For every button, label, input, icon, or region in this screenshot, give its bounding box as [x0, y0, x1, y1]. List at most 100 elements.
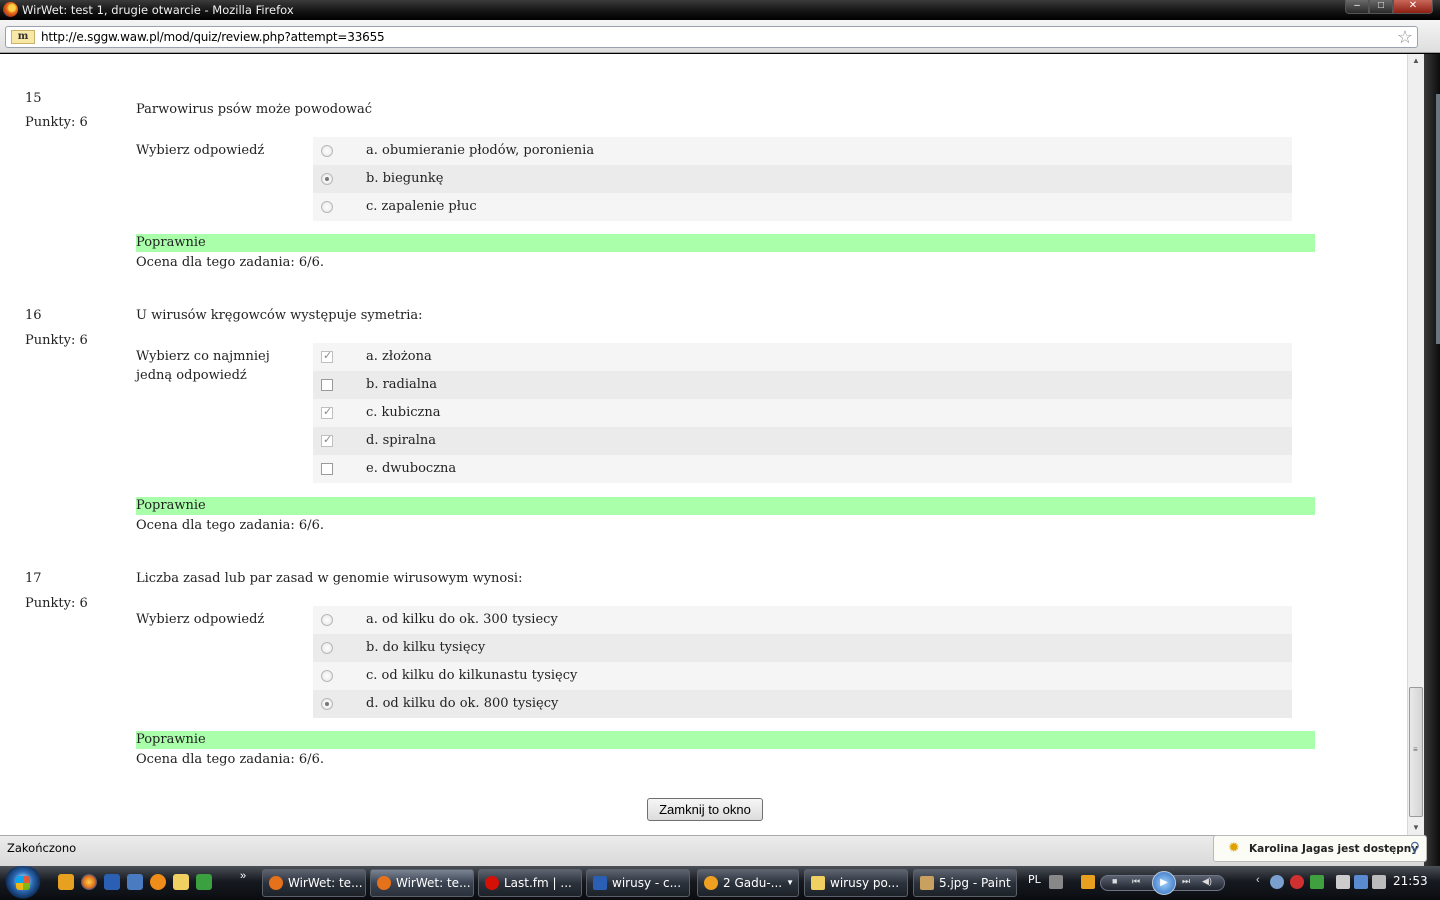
bookmark-star-icon[interactable]: ☆ [1397, 27, 1413, 47]
firefox-window: WirWet: test 1, drugie otwarcie - Mozill… [0, 0, 1440, 900]
answer-option[interactable]: a. od kilku do ok. 300 tysiecy [313, 606, 1292, 634]
taskbar-group-button[interactable]: 2 Gadu-... ▼ [697, 869, 799, 897]
answer-option[interactable]: b. do kilku tysięcy [313, 634, 1292, 662]
contacts-icon: ⚲ [1409, 840, 1420, 856]
answer-label: a. od kilku do ok. 300 tysiecy [366, 612, 558, 627]
windows-logo-icon [16, 876, 30, 890]
question-grade: Ocena dla tego zadania: 6/6. [136, 752, 324, 767]
feedback-correct: Poprawnie [136, 234, 1315, 252]
contact-notification[interactable]: ✹ Karolina Jagas jest dostępny ⚲ [1213, 835, 1427, 862]
media-player-tray-icon[interactable] [1081, 875, 1095, 889]
answer-option[interactable]: c. kubiczna [313, 399, 1292, 427]
site-favicon-icon[interactable]: m [11, 30, 35, 44]
answer-option[interactable]: c. od kilku do kilkunastu tysięcy [313, 662, 1292, 690]
answer-label: a. złożona [366, 349, 432, 364]
firefox-icon [377, 876, 391, 890]
answer-label: c. zapalenie płuc [366, 199, 477, 214]
question-number: 17 [25, 571, 42, 586]
taskbar: » WirWet: te... WirWet: te... Last.fm | … [0, 866, 1440, 900]
radio-button[interactable] [321, 614, 333, 626]
close-button[interactable]: ✕ [1393, 0, 1433, 14]
radio-button-selected[interactable] [321, 698, 333, 710]
question-text: Parwowirus psów może powodować [136, 102, 373, 117]
window-controls: – □ ✕ [1345, 0, 1433, 14]
url-field[interactable]: m http://e.sggw.waw.pl/mod/quiz/review.p… [5, 26, 1418, 48]
firefox-quicklaunch-icon[interactable] [81, 874, 97, 890]
answer-list: a. obumieranie płodów, poronienia b. bie… [313, 137, 1292, 221]
vertical-scrollbar[interactable]: ▲ ≡ ▼ [1407, 54, 1424, 835]
answer-label: d. od kilku do ok. 800 tysięcy [366, 696, 559, 711]
window-frame-edge [1424, 54, 1440, 866]
radio-button[interactable] [321, 145, 333, 157]
scroll-down-arrow-icon[interactable]: ▼ [1408, 821, 1424, 835]
checkbox-checked[interactable] [321, 349, 333, 363]
next-track-icon[interactable]: ⏭ [1182, 876, 1190, 887]
clock[interactable]: 21:53 [1393, 874, 1428, 888]
answer-label: b. biegunkę [366, 171, 444, 186]
antivirus-icon[interactable] [1290, 875, 1304, 889]
language-indicator[interactable]: PL [1028, 873, 1041, 886]
taskbar-button[interactable]: WirWet: te... [262, 869, 366, 897]
answer-prompt: Wybierz odpowiedź [136, 612, 265, 627]
answer-option[interactable]: a. obumieranie płodów, poronienia [313, 137, 1292, 165]
quicklaunch-overflow-icon[interactable]: » [240, 870, 246, 882]
play-icon[interactable]: ▶ [1152, 871, 1176, 895]
answer-list: a. złożona b. radialna c. kubiczna d. sp… [313, 343, 1292, 483]
desktop-quicklaunch-icon[interactable] [196, 874, 212, 890]
checkbox-checked[interactable] [321, 433, 333, 447]
answer-option[interactable]: c. zapalenie płuc [313, 193, 1292, 221]
close-window-button[interactable]: Zamknij to okno [647, 798, 763, 821]
answer-label: c. od kilku do kilkunastu tysięcy [366, 668, 578, 683]
answer-option[interactable]: e. dwuboczna [313, 455, 1292, 483]
update-icon[interactable] [1310, 875, 1324, 889]
address-bar: m http://e.sggw.waw.pl/mod/quiz/review.p… [0, 20, 1440, 53]
acrobat-quicklaunch-icon[interactable] [127, 874, 143, 890]
checkbox[interactable] [321, 463, 333, 475]
radio-button-selected[interactable] [321, 173, 333, 185]
question-grade: Ocena dla tego zadania: 6/6. [136, 518, 324, 533]
minimize-button[interactable]: – [1345, 0, 1369, 14]
checkbox-checked[interactable] [321, 405, 333, 419]
taskbar-button-active[interactable]: WirWet: te... [370, 869, 474, 897]
word-quicklaunch-icon[interactable] [104, 874, 120, 890]
taskbar-button[interactable]: 5.jpg - Paint [913, 869, 1017, 897]
app-quicklaunch-icon[interactable] [150, 874, 166, 890]
answer-option[interactable]: a. złożona [313, 343, 1292, 371]
answer-option[interactable]: b. radialna [313, 371, 1292, 399]
lastfm-icon [485, 876, 499, 890]
answer-label: b. radialna [366, 377, 438, 392]
radio-button[interactable] [321, 201, 333, 213]
volume-icon[interactable]: ◀) [1202, 876, 1212, 887]
scroll-up-arrow-icon[interactable]: ▲ [1408, 54, 1424, 68]
url-text[interactable]: http://e.sggw.waw.pl/mod/quiz/review.php… [41, 30, 385, 44]
checkbox[interactable] [321, 379, 333, 391]
previous-track-icon[interactable]: ⏮ [1132, 876, 1140, 887]
battery-icon[interactable] [1336, 875, 1350, 889]
answer-option[interactable]: d. od kilku do ok. 800 tysięcy [313, 690, 1292, 718]
answer-label: a. obumieranie płodów, poronienia [366, 143, 595, 158]
answer-option[interactable]: b. biegunkę [313, 165, 1292, 193]
question-number: 16 [25, 308, 42, 323]
media-player-icon[interactable] [58, 874, 74, 890]
gadu-gadu-icon [704, 876, 718, 890]
answer-option[interactable]: d. spiralna [313, 427, 1292, 455]
show-hidden-icons-icon[interactable]: ‹ [1256, 874, 1260, 886]
taskbar-button[interactable]: wirusy po... [804, 869, 908, 897]
stop-icon[interactable]: ■ [1112, 876, 1117, 886]
keyboard-icon[interactable] [1049, 875, 1063, 889]
radio-button[interactable] [321, 642, 333, 654]
folder-quicklaunch-icon[interactable] [173, 874, 189, 890]
answer-prompt: Wybierz odpowiedź [136, 143, 265, 158]
speaker-icon[interactable] [1372, 875, 1386, 889]
maximize-button[interactable]: □ [1369, 0, 1393, 14]
status-text: Zakończono [7, 841, 77, 855]
window-title: WirWet: test 1, drugie otwarcie - Mozill… [22, 3, 294, 17]
network-user-icon[interactable] [1270, 875, 1284, 889]
taskbar-button[interactable]: wirusy - c... [586, 869, 690, 897]
taskbar-button[interactable]: Last.fm | ... [478, 869, 582, 897]
scrollbar-thumb[interactable]: ≡ [1409, 687, 1423, 817]
network-icon[interactable] [1354, 875, 1368, 889]
radio-button[interactable] [321, 670, 333, 682]
start-button[interactable] [3, 866, 43, 900]
question-grade: Ocena dla tego zadania: 6/6. [136, 255, 324, 270]
